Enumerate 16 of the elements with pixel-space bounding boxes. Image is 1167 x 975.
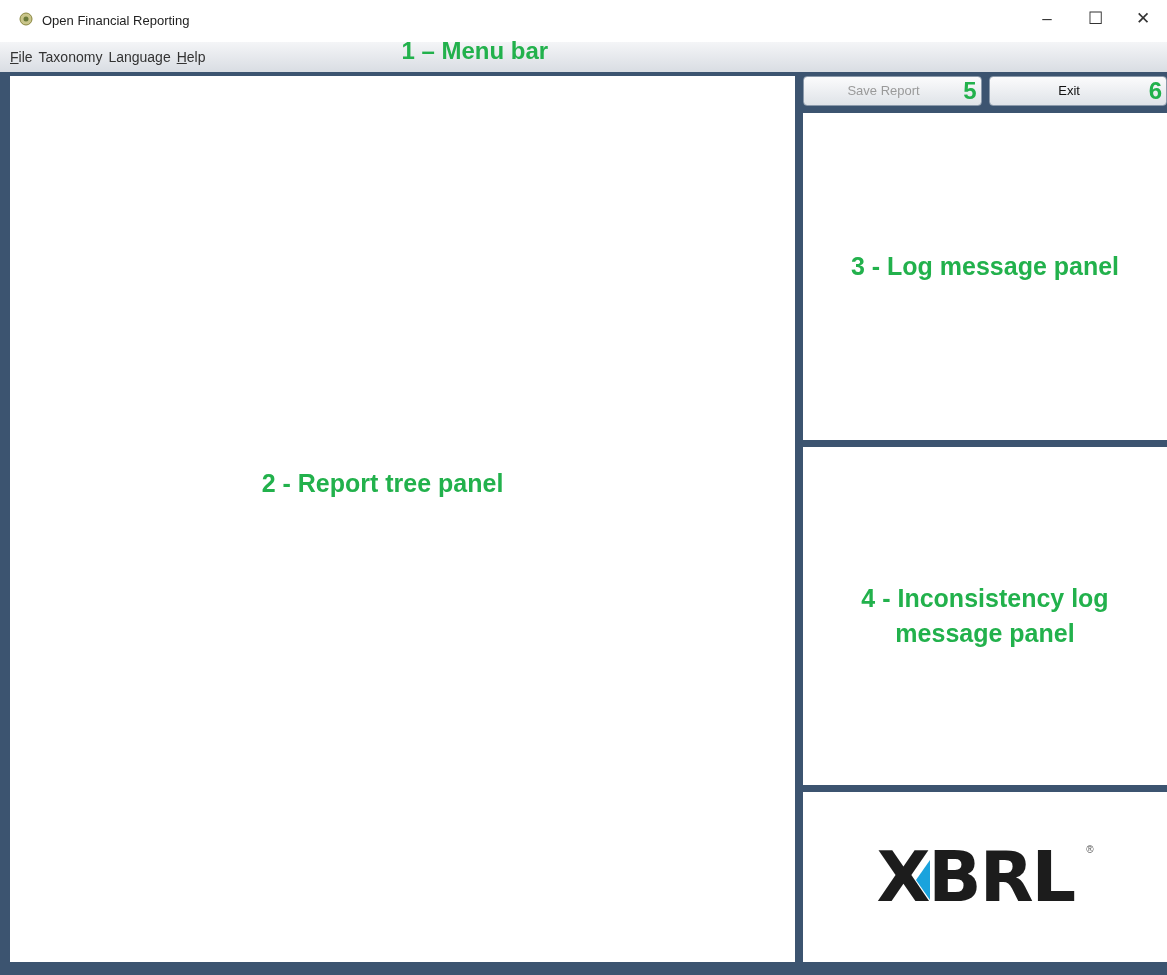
- app-icon: [18, 10, 34, 28]
- annotation-number: 6: [1148, 79, 1163, 103]
- annotation-label: 1 – Menu bar: [401, 36, 549, 66]
- menu-item[interactable]: File: [10, 46, 33, 68]
- menu-item[interactable]: Help: [176, 46, 206, 68]
- annotation-label: 4 - Inconsistency log message panel: [860, 583, 1110, 649]
- maximize-button[interactable]: ☐: [1071, 6, 1119, 32]
- annotation-number: 5: [963, 79, 978, 103]
- close-button[interactable]: ✕: [1119, 6, 1167, 32]
- menu-item[interactable]: Language: [108, 46, 171, 68]
- minimize-button[interactable]: –: [1023, 6, 1071, 32]
- annotation-label: 3 - Log message panel: [850, 250, 1120, 282]
- exit-button[interactable]: Exit 6: [988, 76, 1167, 106]
- annotation-label: 2 - Report tree panel: [261, 468, 504, 500]
- menu-item[interactable]: Taxonomy: [38, 46, 103, 68]
- window-title: Open Financial Reporting: [42, 12, 190, 30]
